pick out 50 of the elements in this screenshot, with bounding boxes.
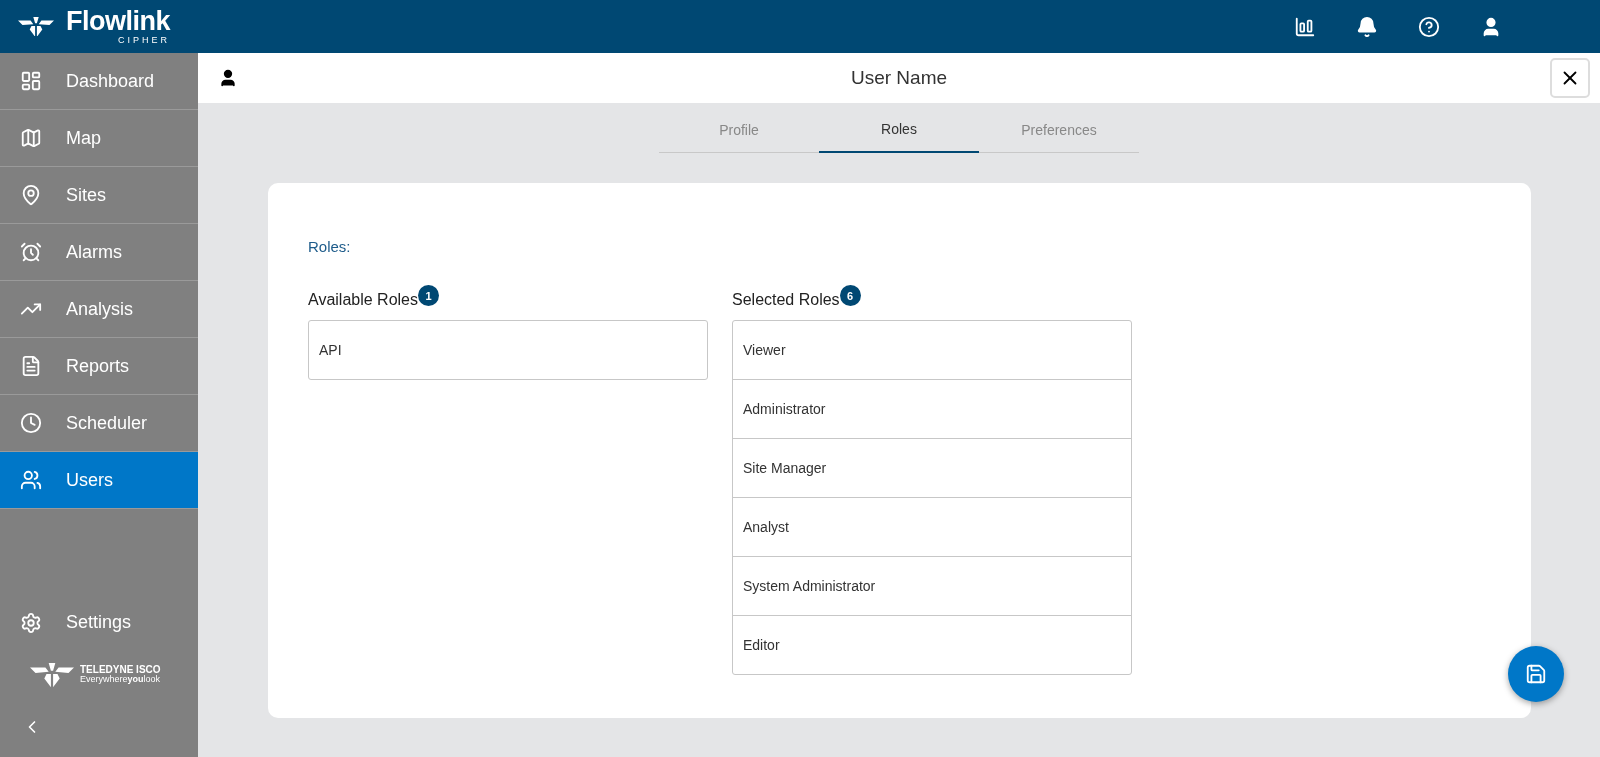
document-icon (20, 355, 42, 377)
nav-label: Sites (66, 184, 107, 206)
company-name: TELEDYNE ISCO (80, 664, 161, 676)
map-icon (20, 127, 42, 149)
pin-icon (20, 184, 42, 206)
save-icon (1525, 663, 1547, 685)
settings-icon (20, 611, 42, 634)
nav-label: Reports (66, 355, 130, 377)
role-item[interactable]: Administrator (733, 379, 1131, 438)
alarm-clock-icon (20, 241, 42, 263)
tab[interactable]: Preferences (979, 107, 1139, 153)
list-title: Available Roles (308, 291, 418, 309)
bird-logo-icon (30, 662, 74, 687)
bell-icon (1356, 15, 1378, 38)
nav-label: Alarms (66, 241, 122, 263)
users-icon (20, 469, 42, 491)
close-button[interactable] (1550, 58, 1590, 98)
list-title: Selected Roles (732, 291, 840, 309)
help-button[interactable] (1418, 15, 1440, 38)
tagline: Everywhereyoulook (80, 675, 161, 686)
nav-label: Analysis (66, 298, 134, 320)
nav-label: Map (66, 127, 101, 149)
nav-label: Dashboard (66, 70, 155, 92)
dashboard-icon (20, 70, 42, 92)
clock-icon (20, 412, 42, 434)
role-item[interactable]: Analyst (733, 497, 1131, 556)
count-badge: 6 (839, 285, 861, 306)
role-item[interactable]: System Administrator (733, 556, 1131, 615)
help-icon (1418, 15, 1440, 38)
tab[interactable]: Profile (659, 107, 819, 153)
role-item[interactable]: API (309, 321, 707, 379)
tab[interactable]: Roles (819, 107, 979, 153)
nav-label: Scheduler (66, 412, 148, 434)
notifications-button[interactable] (1356, 15, 1378, 38)
bar-chart-icon (1294, 15, 1316, 38)
user-icon (218, 68, 238, 88)
logo-name: Flowlink (66, 8, 170, 35)
nav-label: Users (66, 469, 113, 491)
nav-item[interactable]: Users (0, 452, 198, 509)
role-item[interactable]: Site Manager (733, 438, 1131, 497)
count-badge: 1 (418, 285, 439, 306)
role-item[interactable]: Editor (733, 615, 1131, 674)
bird-logo-icon (18, 16, 54, 37)
panel-title: User Name (850, 67, 948, 89)
nav-label: Settings (66, 612, 132, 634)
chart-button[interactable] (1294, 15, 1316, 38)
section-heading: Roles: (308, 238, 352, 255)
logo-subtitle: CIPHER (118, 36, 170, 45)
nav-item[interactable]: Settings (0, 594, 198, 651)
role-item[interactable]: Viewer (733, 321, 1131, 379)
